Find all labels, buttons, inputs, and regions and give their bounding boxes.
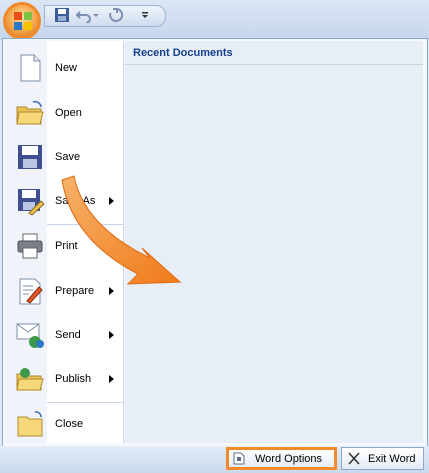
menu-item-save[interactable]: Save [5, 137, 123, 177]
menu-item-save-as[interactable]: Save As [5, 181, 123, 221]
menu-item-prepare[interactable]: Prepare [5, 271, 123, 311]
close-folder-icon [17, 411, 43, 437]
send-icon [16, 323, 44, 348]
undo-icon[interactable] [76, 7, 92, 23]
menu-item-label: New [55, 62, 78, 74]
menu-item-new[interactable]: New [5, 48, 123, 88]
word-options-button[interactable]: Word Options [226, 447, 337, 470]
menu-item-label: Save As [55, 195, 96, 207]
submenu-arrow-icon [109, 287, 114, 295]
word-options-icon [233, 452, 245, 465]
menu-footer: Word Options Exit Word [0, 446, 429, 473]
menu-item-publish[interactable]: Publish [5, 359, 123, 399]
quick-access-toolbar [0, 0, 429, 40]
recent-documents-title: Recent Documents [125, 41, 423, 65]
office-logo-icon [14, 12, 32, 30]
submenu-arrow-icon [109, 331, 114, 339]
menu-item-label: Open [55, 107, 82, 119]
menu-item-send[interactable]: Send [5, 315, 123, 355]
menu-item-label: Close [55, 418, 84, 430]
menu-separator [47, 224, 123, 225]
exit-x-icon [348, 452, 360, 465]
save-as-icon [18, 189, 45, 216]
menu-separator [47, 402, 123, 403]
menu-item-label: Publish [55, 373, 92, 385]
submenu-arrow-icon [109, 375, 114, 383]
publish-icon [16, 368, 44, 391]
exit-word-label: Exit Word [368, 453, 416, 465]
menu-item-print[interactable]: Print [5, 226, 123, 266]
menu-item-close[interactable]: Close [5, 404, 123, 444]
menu-item-label: Prepare [55, 285, 95, 297]
save-icon[interactable] [54, 7, 70, 23]
office-button[interactable] [3, 2, 41, 40]
menu-item-label: Send [55, 329, 81, 341]
submenu-arrow-icon [109, 242, 114, 250]
menu-commands: New Open Save Save As Print Prepare Send… [5, 41, 124, 443]
office-menu: New Open Save Save As Print Prepare Send… [2, 38, 428, 448]
open-folder-icon [16, 100, 44, 125]
submenu-arrow-icon [109, 197, 114, 205]
word-options-label: Word Options [255, 453, 323, 465]
new-document-icon [20, 54, 41, 82]
redo-icon[interactable] [108, 7, 124, 23]
exit-word-button[interactable]: Exit Word [341, 447, 424, 470]
menu-item-label: Print [55, 240, 78, 252]
save-disk-icon [18, 145, 42, 169]
menu-item-label: Save [55, 151, 81, 163]
customize-qat-icon[interactable] [140, 7, 150, 23]
recent-documents-panel: Recent Documents [125, 41, 423, 443]
printer-icon [17, 233, 43, 259]
prepare-icon [19, 278, 43, 305]
menu-item-open[interactable]: Open [5, 93, 123, 133]
undo-dropdown-icon[interactable] [92, 7, 100, 23]
